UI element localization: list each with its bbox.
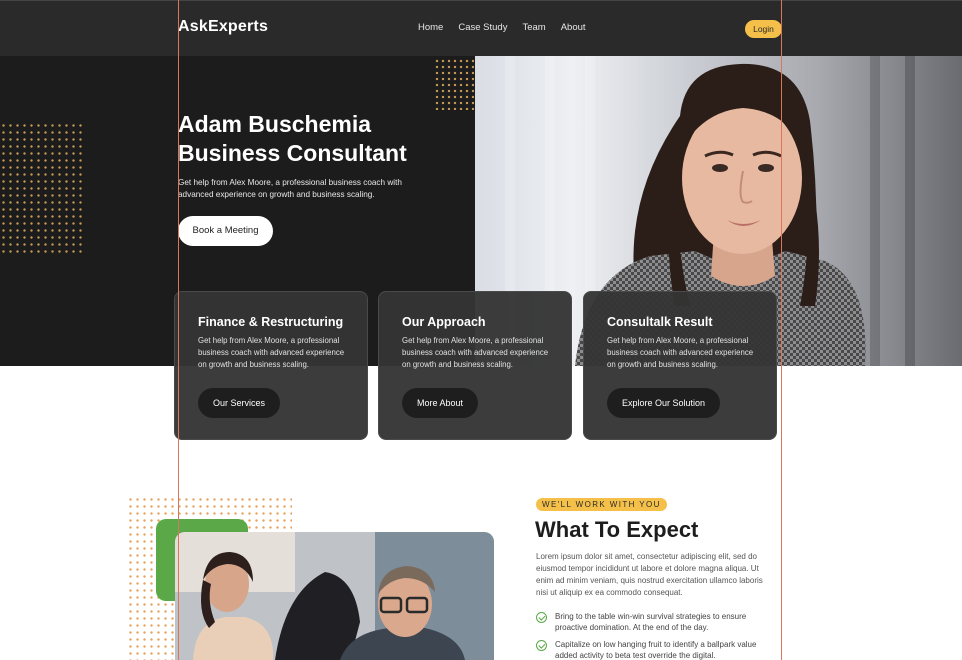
checklist-item-text: Bring to the table win-win survival stra…: [555, 612, 747, 632]
card-text: Get help from Alex Moore, a professional…: [402, 336, 549, 369]
team-meeting-photo: [175, 532, 494, 660]
section-title: What To Expect: [535, 517, 699, 542]
our-services-button[interactable]: Our Services: [198, 388, 281, 418]
section-description: Lorem ipsum dolor sit amet, consectetur …: [536, 552, 763, 597]
section-tagline-badge: WE'LL WORK WITH YOU: [536, 498, 667, 511]
card-title: Our Approach: [402, 315, 486, 329]
check-circle-icon: [536, 612, 547, 623]
card-text: Get help from Alex Moore, a professional…: [198, 336, 345, 369]
explore-solution-button[interactable]: Explore Our Solution: [607, 388, 721, 418]
nav-link-home[interactable]: Home: [418, 22, 443, 33]
layout-guide-line: [178, 0, 179, 660]
hero-title-line: Adam Buschemia: [178, 111, 372, 137]
more-about-button[interactable]: More About: [402, 388, 479, 418]
checklist-item-text: Capitalize on low hanging fruit to ident…: [555, 640, 757, 660]
service-card: Finance & Restructuring Get help from Al…: [174, 291, 368, 440]
book-meeting-button[interactable]: Book a Meeting: [178, 216, 273, 246]
decorative-dot-pattern: [0, 122, 84, 256]
check-circle-icon: [536, 640, 547, 651]
nav-link-case-study[interactable]: Case Study: [458, 22, 507, 33]
card-title: Finance & Restructuring: [198, 315, 344, 329]
team-illustration: [175, 532, 494, 660]
card-text: Get help from Alex Moore, a professional…: [607, 336, 754, 369]
nav-link-about[interactable]: About: [561, 22, 586, 33]
layout-guide-line: [781, 0, 782, 660]
brand-logo[interactable]: AskExperts: [178, 18, 268, 36]
card-title: Consultalk Result: [607, 315, 713, 329]
service-card: Consultalk Result Get help from Alex Moo…: [583, 291, 777, 440]
hero-description: Get help from Alex Moore, a professional…: [178, 178, 402, 199]
hero-title: Adam Buschemia Business Consultant: [178, 110, 478, 168]
login-button[interactable]: Login: [745, 20, 782, 38]
decorative-dot-pattern: [434, 58, 474, 110]
nav-link-team[interactable]: Team: [522, 22, 545, 33]
hero-title-line: Business Consultant: [178, 140, 407, 166]
top-navbar: AskExperts Home Case Study Team About Lo…: [0, 0, 962, 56]
nav-links: Home Case Study Team About: [418, 22, 601, 33]
service-card: Our Approach Get help from Alex Moore, a…: [378, 291, 572, 440]
